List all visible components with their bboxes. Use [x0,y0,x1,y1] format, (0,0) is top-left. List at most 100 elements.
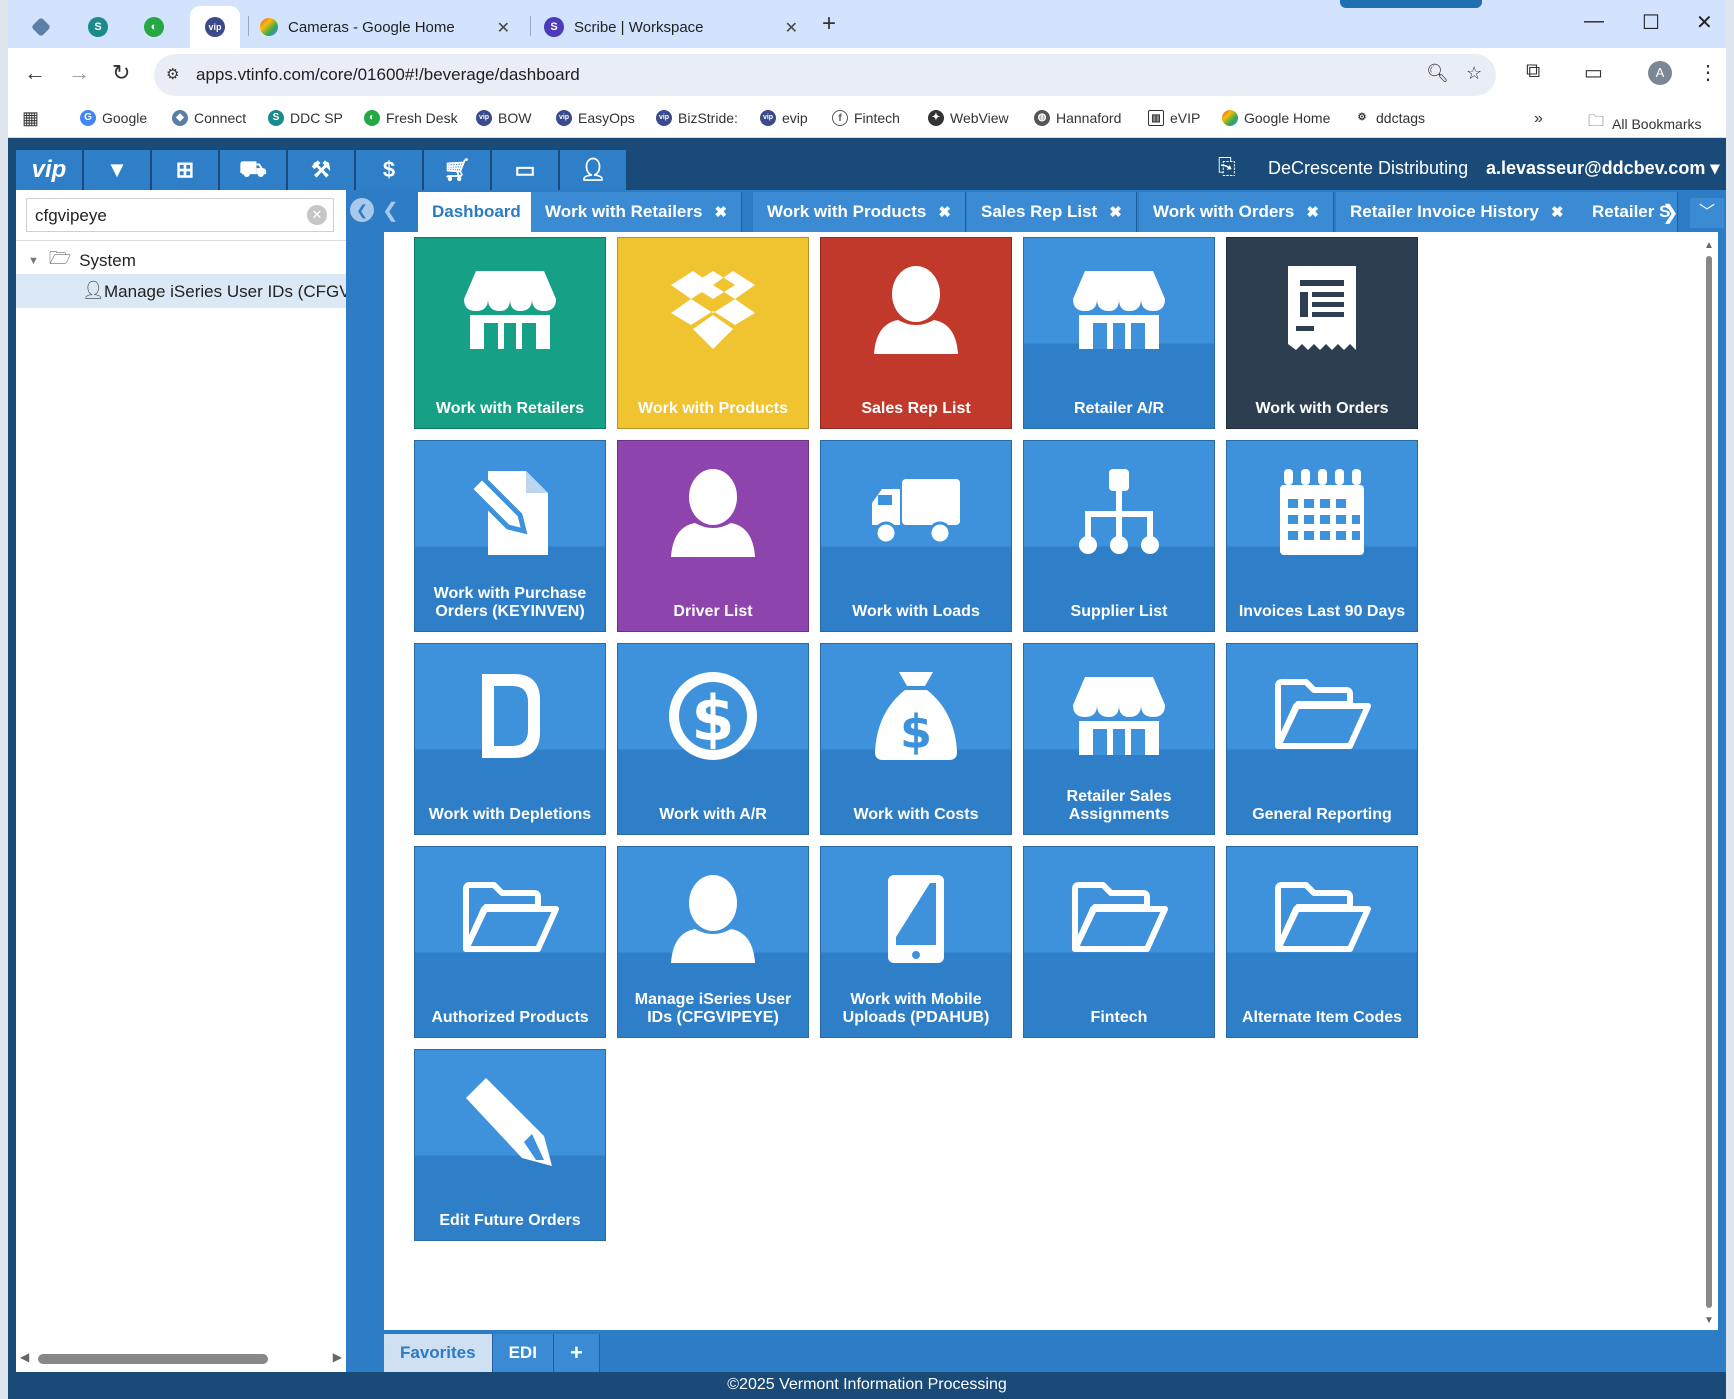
tabs-next-icon[interactable]: ❯ [1662,200,1679,225]
bookmark-freshdesk[interactable]: ◐ Fresh Desk [364,110,458,126]
bookmark-evip2[interactable]: ▥ eVIP [1148,110,1200,126]
tile-work-with-depletions[interactable]: Work with Depletions [414,643,606,835]
bookmark-bizstride[interactable]: vip BizStride: [656,110,738,126]
bookmark-evip[interactable]: vip evip [760,110,808,126]
extensions-icon[interactable]: ⧉ [1526,60,1540,83]
tab-work-with-products[interactable]: Work with Products ✖ [753,192,966,232]
forward-button[interactable]: → [68,60,90,86]
close-window-button[interactable]: ✕ [1696,10,1713,35]
tile-authorized-products[interactable]: Authorized Products [414,846,606,1038]
close-icon[interactable]: ✕ [497,18,510,38]
tile-retailer-a-r[interactable]: Retailer A/R [1023,237,1215,429]
user-menu[interactable]: a.levasseur@ddcbev.com ▾ [1486,158,1719,179]
scroll-thumb[interactable] [1706,256,1712,1308]
bottom-tab-edi[interactable]: EDI [492,1334,554,1372]
close-icon[interactable]: ✖ [1306,203,1319,221]
close-icon[interactable]: ✖ [1551,203,1564,221]
tile-work-with-costs[interactable]: $ Work with Costs [820,643,1012,835]
cast-icon[interactable]: ▭ [1584,60,1603,85]
bookmark-bow[interactable]: vip BOW [476,110,531,126]
tree-item-manage-iseries[interactable]: 👤︎ Manage iSeries User IDs (CFGVIPEYE) [16,274,346,308]
close-icon[interactable]: ✕ [785,18,798,38]
tile-work-with-orders[interactable]: Work with Orders [1226,237,1418,429]
reload-button[interactable]: ↻ [112,60,130,86]
tab-dashboard[interactable]: Dashboard [418,192,536,232]
minimize-button[interactable]: — [1584,10,1604,33]
scroll-thumb[interactable] [38,1354,268,1364]
maximize-button[interactable]: ☐ [1642,10,1660,35]
add-tab-button[interactable]: + [553,1334,600,1372]
address-bar[interactable]: ⚙ apps.vtinfo.com/core/01600#!/beverage/… [154,54,1496,96]
bookmark-connect[interactable]: ◆ Connect [172,110,246,126]
zoom-icon[interactable]: 🔍︎ [1426,63,1449,84]
beverage-icon[interactable]: ▼ [84,150,150,190]
bookmark-hannaford[interactable]: ◍ Hannaford [1034,110,1121,126]
profile-avatar[interactable]: A [1648,61,1672,85]
bookmark-fintech[interactable]: f Fintech [832,110,900,126]
tile-driver-list[interactable]: Driver List [617,440,809,632]
tab-work-with-retailers[interactable]: Work with Retailers ✖ [531,192,743,232]
bookmark-google[interactable]: G Google [80,110,147,126]
all-bookmarks[interactable]: 🗀 All Bookmarks [1588,110,1701,137]
bookmark-googlehome[interactable]: Google Home [1222,110,1330,126]
user-admin-icon[interactable]: 👤︎ [560,150,626,190]
browser-tab-1[interactable] [31,6,74,48]
url-text[interactable]: apps.vtinfo.com/core/01600#!/beverage/da… [196,65,580,85]
site-settings-icon[interactable]: ⚙ [166,65,179,83]
bookmark-easyops[interactable]: vip EasyOps [556,110,635,126]
binoculars-icon[interactable]: ⊞ [152,150,218,190]
tile-general-reporting[interactable]: General Reporting [1226,643,1418,835]
presentation-icon[interactable]: ▭ [492,150,558,190]
tile-work-with-products[interactable]: Work with Products [617,237,809,429]
vip-logo-button[interactable]: vip [16,150,82,190]
export-icon[interactable]: ⎘ [1218,154,1236,180]
dollar-icon[interactable]: $ [356,150,422,190]
expand-arrow-icon[interactable]: ▼ [28,255,39,267]
back-button[interactable]: ← [24,60,46,86]
tile-edit-future-orders[interactable]: Edit Future Orders [414,1049,606,1241]
wrench-icon[interactable]: ⚒ [288,150,354,190]
cart-icon[interactable]: 🛒︎ [424,150,490,190]
tree-node-system[interactable]: ▼ 🗁 System [28,246,136,276]
tile-retailer-sales-assignments[interactable]: Retailer Sales Assignments [1023,643,1215,835]
tab-work-with-orders[interactable]: Work with Orders ✖ [1139,192,1334,232]
bookmark-webview[interactable]: ✦ WebView [928,110,1009,126]
browser-tab-3[interactable]: ◐ [144,6,184,48]
more-bookmarks-icon[interactable]: » [1534,110,1543,128]
close-icon[interactable]: ✖ [938,203,951,221]
tile-work-with-a-r[interactable]: $ Work with A/R [617,643,809,835]
close-icon[interactable]: ✖ [714,203,727,221]
tile-invoices-last-90-days[interactable]: Invoices Last 90 Days [1226,440,1418,632]
tile-work-with-retailers[interactable]: Work with Retailers [414,237,606,429]
scroll-right-icon[interactable]: ▶ [333,1350,342,1364]
scroll-left-icon[interactable]: ◀ [20,1350,29,1364]
tile-manage-iseries-user-ids-cfgvipeye[interactable]: Manage iSeries User IDs (CFGVIPEYE) [617,846,809,1038]
scroll-down-icon[interactable]: ▼ [1704,1315,1714,1326]
tile-sales-rep-list[interactable]: Sales Rep List [820,237,1012,429]
content-vscrollbar[interactable]: ▲ ▼ [1704,240,1714,1326]
browser-tab-2[interactable]: S [88,6,128,48]
tile-work-with-purchase-orders-keyinven[interactable]: Work with Purchase Orders (KEYINVEN) [414,440,606,632]
truck-icon[interactable]: ⛟ [220,150,286,190]
clear-search-icon[interactable]: ✕ [307,205,327,225]
scroll-up-icon[interactable]: ▲ [1704,240,1714,251]
bottom-tab-favorites[interactable]: Favorites [384,1334,493,1372]
browser-tab-scribe[interactable]: S Scribe | Workspace ✕ [538,6,812,48]
close-icon[interactable]: ✖ [1109,203,1122,221]
tile-work-with-loads[interactable]: Work with Loads [820,440,1012,632]
bookmark-ddcsp[interactable]: S DDC SP [268,110,343,126]
bookmark-ddctags[interactable]: ⚙ ddctags [1354,110,1425,126]
bookmark-star-icon[interactable]: ☆ [1466,63,1482,84]
sidebar-hscrollbar[interactable]: ◀ ▶ [16,1348,346,1370]
tabs-menu-icon[interactable]: ﹀ [1690,198,1724,228]
tab-retailer-invoice-history[interactable]: Retailer Invoice History ✖ [1336,192,1579,232]
tile-fintech[interactable]: Fintech [1023,846,1215,1038]
tile-alternate-item-codes[interactable]: Alternate Item Codes [1226,846,1418,1038]
browser-tab-4[interactable]: vip [190,6,240,48]
tile-supplier-list[interactable]: Supplier List [1023,440,1215,632]
tab-sales-rep-list[interactable]: Sales Rep List ✖ [967,192,1137,232]
sidebar-search-input[interactable]: cfgvipeye ✕ [26,198,334,232]
menu-icon[interactable]: ⋮ [1698,60,1718,85]
tile-work-with-mobile-uploads-pdahub[interactable]: Work with Mobile Uploads (PDAHUB) [820,846,1012,1038]
apps-grid-icon[interactable]: ▦ [22,108,39,129]
